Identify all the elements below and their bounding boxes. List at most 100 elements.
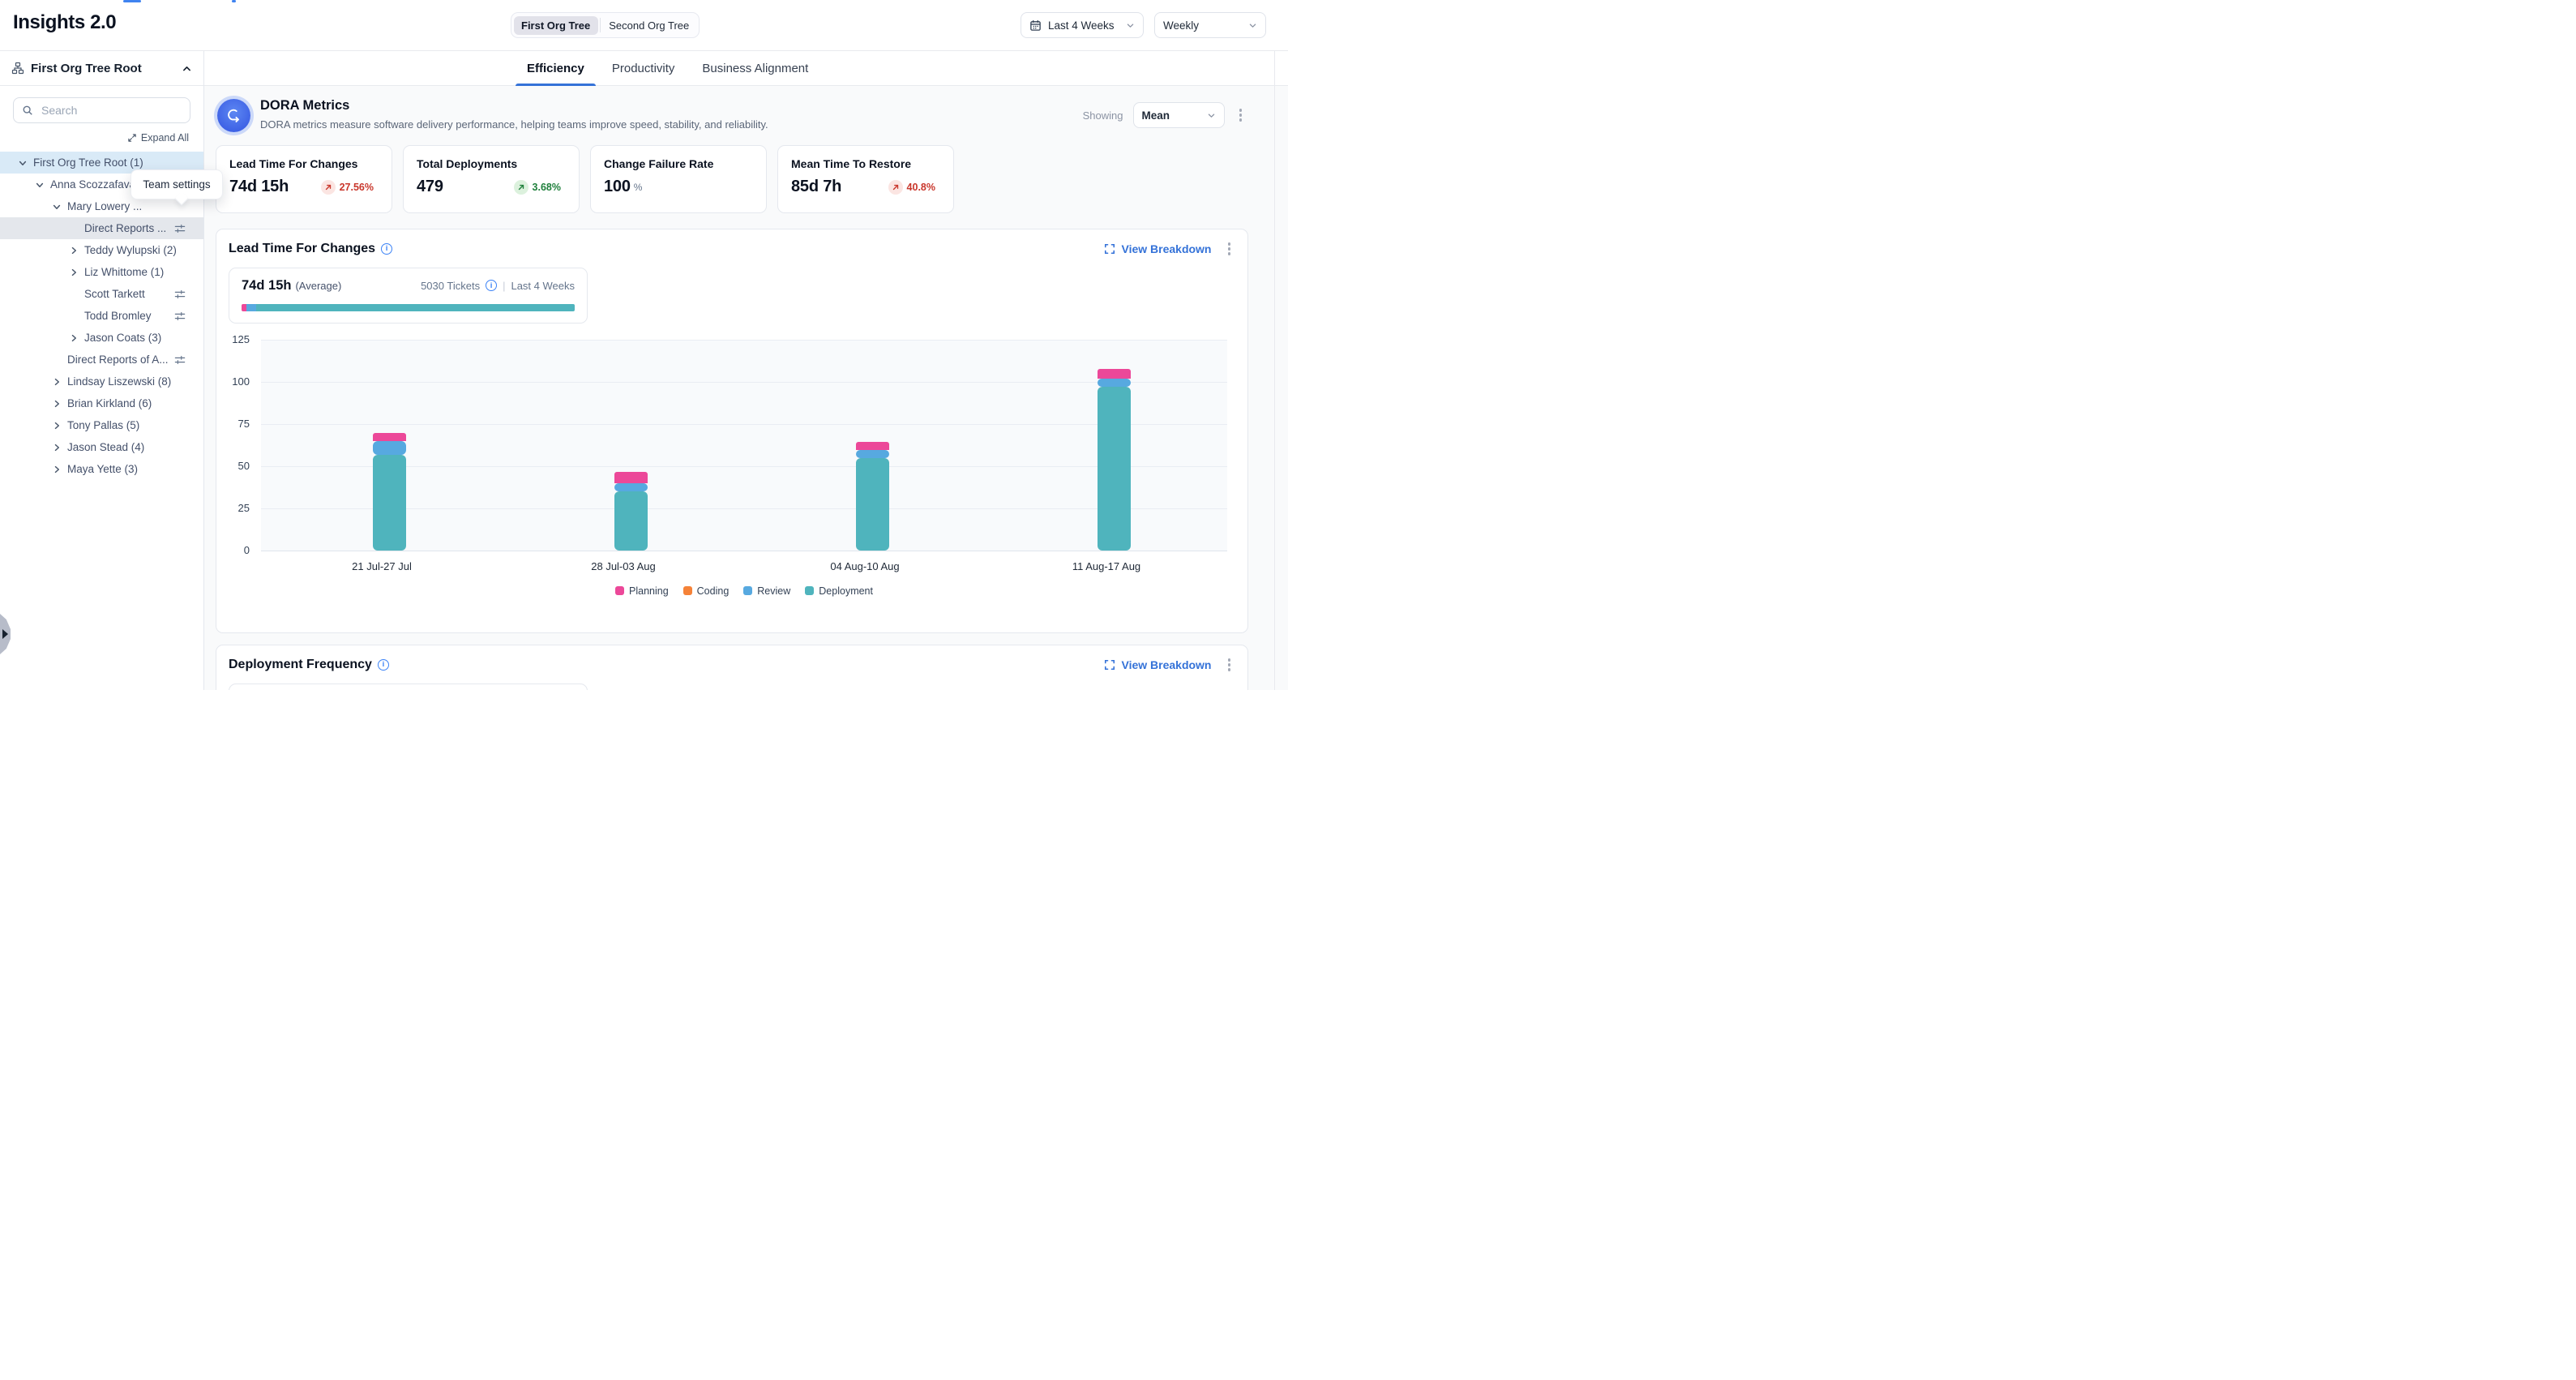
dora-metrics-header: DORA Metrics DORA metrics measure softwa…	[216, 97, 1248, 132]
date-range-select[interactable]: Last 4 Weeks	[1021, 12, 1144, 38]
lead-time-chart: 0255075100125 21 Jul-27 Jul28 Jul-03 Aug…	[229, 340, 1235, 591]
tree-item[interactable]: Lindsay Liszewski (8)	[0, 371, 203, 392]
tree-item-label: Teddy Wylupski (2)	[84, 244, 177, 256]
expand-all-button[interactable]: Expand All	[0, 132, 189, 144]
tree-item-label: Scott Tarkett	[84, 288, 145, 300]
view-breakdown-button[interactable]: View Breakdown	[1104, 658, 1211, 671]
tree-item[interactable]: Teddy Wylupski (2)	[0, 239, 203, 261]
showing-label: Showing	[1083, 109, 1123, 122]
view-breakdown-button[interactable]: View Breakdown	[1104, 242, 1211, 255]
team-settings-icon[interactable]	[174, 354, 186, 366]
clipped-text-artifact	[232, 0, 236, 2]
y-axis-tick-label: 75	[238, 418, 250, 430]
stat-card-title: Total Deployments	[417, 157, 566, 170]
stat-value-row: 4793.68%	[417, 178, 566, 196]
dora-kebab-menu[interactable]	[1235, 105, 1247, 125]
legend-item-coding[interactable]: Coding	[683, 585, 730, 597]
org-toggle-second[interactable]: Second Org Tree	[601, 16, 696, 35]
chevron-right-icon[interactable]	[69, 246, 84, 255]
org-sidebar: First Org Tree Root Expand All First Org…	[0, 51, 204, 690]
chevron-right-icon[interactable]	[52, 465, 67, 474]
lead-time-actions: View Breakdown	[1104, 239, 1235, 259]
chevron-down-icon[interactable]	[18, 158, 33, 168]
stat-card: Lead Time For Changes 74d 15h27.56%	[216, 145, 392, 213]
legend-swatch	[683, 586, 692, 595]
lead-time-kebab-menu[interactable]	[1223, 239, 1236, 259]
info-icon[interactable]: i	[378, 659, 389, 671]
legend-item-planning[interactable]: Planning	[615, 585, 669, 597]
org-toggle-first[interactable]: First Org Tree	[514, 16, 598, 35]
y-axis-tick-label: 0	[244, 544, 250, 556]
search-input[interactable]	[40, 103, 190, 118]
info-icon[interactable]: i	[486, 280, 497, 291]
stat-card: Mean Time To Restore85d 7h40.8%	[777, 145, 954, 213]
stat-value-row: 74d 15h27.56%	[229, 178, 379, 196]
tree-item[interactable]: Scott Tarkett	[0, 283, 203, 305]
team-settings-icon[interactable]	[174, 223, 186, 234]
tree-item[interactable]: Liz Whittome (1)	[0, 261, 203, 283]
delta-badge: 27.56%	[321, 180, 374, 195]
stat-card: Total Deployments 4793.68%	[403, 145, 580, 213]
tree-item-label: Direct Reports of A...	[67, 354, 169, 366]
team-settings-icon[interactable]	[174, 311, 186, 322]
legend-item-review[interactable]: Review	[743, 585, 790, 597]
bar-segment-review	[614, 483, 648, 491]
deployment-frequency-card: Deployment Frequency i View Breakdown	[216, 645, 1248, 690]
tree-item[interactable]: Todd Bromley	[0, 305, 203, 327]
expand-arrows-icon	[127, 133, 137, 143]
stat-card-title: Lead Time For Changes	[229, 157, 379, 170]
dashboard-content: DORA Metrics DORA metrics measure softwa…	[204, 86, 1288, 690]
deployment-kebab-menu[interactable]	[1223, 655, 1236, 675]
lead-time-title: Lead Time For Changes	[229, 242, 375, 256]
tab-business-alignment[interactable]: Business Alignment	[691, 51, 819, 85]
expand-corners-icon	[1104, 659, 1115, 671]
dora-description: DORA metrics measure software delivery p…	[260, 118, 1083, 131]
chevron-right-icon[interactable]	[69, 333, 84, 343]
tree-item[interactable]: Direct Reports of A...	[0, 349, 203, 371]
gridline	[261, 382, 1227, 383]
granularity-select[interactable]: Weekly	[1154, 12, 1266, 38]
chevron-right-icon[interactable]	[52, 443, 67, 452]
sidebar-header-label: First Org Tree Root	[31, 62, 175, 75]
chevron-up-icon[interactable]	[182, 63, 192, 74]
tree-item[interactable]: Jason Stead (4)	[0, 436, 203, 458]
legend-item-deployment[interactable]: Deployment	[805, 585, 873, 597]
sidebar-header[interactable]: First Org Tree Root	[0, 51, 203, 86]
chevron-down-icon	[1207, 111, 1216, 120]
gridline	[261, 466, 1227, 467]
tree-item[interactable]: Maya Yette (3)	[0, 458, 203, 480]
tab-efficiency[interactable]: Efficiency	[516, 51, 596, 85]
stacked-bar	[373, 433, 392, 550]
tree-item[interactable]: Jason Coats (3)	[0, 327, 203, 349]
deployment-summary-partial	[229, 684, 588, 691]
stat-card: Change Failure Rate100%	[590, 145, 767, 213]
chevron-down-icon[interactable]	[35, 180, 50, 190]
team-settings-tooltip: Team settings	[131, 169, 223, 199]
scroll-gutter-divider	[1274, 51, 1275, 690]
info-icon[interactable]: i	[381, 243, 392, 255]
aggregation-select[interactable]: Mean	[1133, 102, 1225, 128]
y-axis-tick-label: 25	[238, 502, 250, 514]
tooltip-text: Team settings	[143, 178, 210, 191]
tab-productivity[interactable]: Productivity	[601, 51, 687, 85]
tab-bar: Efficiency Productivity Business Alignme…	[204, 51, 1288, 86]
dora-title: DORA Metrics	[260, 98, 1083, 114]
bar-segment-review	[373, 441, 406, 455]
chevron-right-icon[interactable]	[52, 399, 67, 409]
average-value: 74d 15h	[242, 278, 291, 294]
org-chart-icon	[11, 62, 24, 75]
dora-titles: DORA Metrics DORA metrics measure softwa…	[260, 97, 1083, 131]
chevron-right-icon[interactable]	[52, 421, 67, 431]
sidebar-search[interactable]	[13, 97, 190, 123]
tree-item[interactable]: Direct Reports ...	[0, 217, 203, 239]
expand-corners-icon	[1104, 243, 1115, 255]
lead-time-card-header: Lead Time For Changes i View Breakdown	[229, 239, 1235, 259]
chevron-down-icon[interactable]	[52, 202, 67, 212]
tree-item[interactable]: Brian Kirkland (6)	[0, 392, 203, 414]
chevron-right-icon[interactable]	[52, 377, 67, 387]
tree-item[interactable]: Tony Pallas (5)	[0, 414, 203, 436]
team-settings-icon[interactable]	[174, 289, 186, 300]
lead-time-title-wrap: Lead Time For Changes i	[229, 242, 392, 256]
chevron-down-icon	[1126, 21, 1135, 30]
chevron-right-icon[interactable]	[69, 268, 84, 277]
